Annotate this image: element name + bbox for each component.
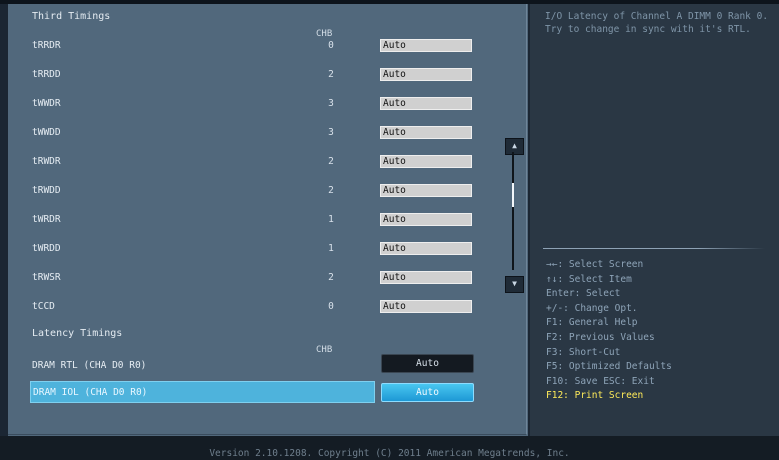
row-value: 1 (328, 243, 334, 254)
key-change-opt: +/-: Change Opt. (546, 302, 638, 314)
row-label: tWWDD (32, 127, 61, 138)
row-value: 2 (328, 69, 334, 80)
scroll-down-button[interactable]: ▼ (505, 276, 524, 293)
key-legend: →←: Select Screen ↑↓: Select Item Enter:… (546, 258, 672, 404)
key-f5: F5: Optimized Defaults (546, 361, 672, 373)
triangle-up-icon: ▲ (512, 141, 517, 150)
version-text: Version 2.10.1208. Copyright (C) 2011 Am… (209, 448, 570, 459)
row-label: DRAM IOL (CHA D0 R0) (33, 387, 148, 398)
dram-rtl-setting-button[interactable]: Auto (381, 354, 474, 373)
row-label: DRAM RTL (CHA D0 R0) (32, 360, 147, 371)
setting-field[interactable]: Auto (380, 184, 472, 197)
row-label: tRRDR (32, 40, 61, 51)
row-value: 0 (328, 40, 334, 51)
row-label: tWRDD (32, 243, 61, 254)
key-f1: F1: General Help (546, 317, 638, 329)
key-f10-esc: F10: Save ESC: Exit (546, 375, 655, 387)
setting-field[interactable]: Auto (380, 68, 472, 81)
row-value: 0 (328, 301, 334, 312)
row-label: tCCD (32, 301, 55, 312)
key-f2: F2: Previous Values (546, 331, 655, 343)
row-value: 3 (328, 98, 334, 109)
row-label: tRWDR (32, 156, 61, 167)
row-value: 2 (328, 185, 334, 196)
row-value: 3 (328, 127, 334, 138)
row-label: tRWDD (32, 185, 61, 196)
setting-field[interactable]: Auto (380, 126, 472, 139)
key-select-screen: →←: Select Screen (546, 259, 644, 270)
row-value: 1 (328, 214, 334, 225)
setting-field[interactable]: Auto (380, 242, 472, 255)
key-f12: F12: Print Screen (546, 390, 644, 402)
row-value: 2 (328, 272, 334, 283)
row-label: tWWDR (32, 98, 61, 109)
help-divider (543, 248, 765, 249)
third-timings-chb-header: CHB (316, 29, 333, 39)
row-label: tRRDD (32, 69, 61, 80)
selected-row-highlight[interactable]: DRAM IOL (CHA D0 R0) (30, 381, 375, 403)
scrollbar-thumb[interactable] (512, 183, 514, 207)
latency-timings-title: Latency Timings (32, 328, 123, 339)
setting-field[interactable]: Auto (380, 213, 472, 226)
row-value: 2 (328, 156, 334, 167)
scrollbar-track[interactable] (512, 152, 514, 270)
latency-timings-chb-header: CHB (316, 345, 333, 355)
setting-field[interactable]: Auto (380, 97, 472, 110)
row-label: tWRDR (32, 214, 61, 225)
row-label: tRWSR (32, 272, 61, 283)
dram-iol-setting-button[interactable]: Auto (381, 383, 474, 402)
setting-field[interactable]: Auto (380, 300, 472, 313)
third-timings-title: Third Timings (32, 11, 111, 22)
key-select-item: ↑↓: Select Item (546, 273, 632, 285)
setting-field[interactable]: Auto (380, 155, 472, 168)
setting-field[interactable]: Auto (380, 271, 472, 284)
setting-field[interactable]: Auto (380, 39, 472, 52)
scroll-up-button[interactable]: ▲ (505, 138, 524, 155)
key-enter: Enter: Select (546, 288, 621, 300)
help-description: I/O Latency of Channel A DIMM 0 Rank 0. … (545, 11, 769, 35)
key-f3: F3: Short-Cut (546, 346, 621, 358)
triangle-down-icon: ▼ (512, 279, 517, 288)
